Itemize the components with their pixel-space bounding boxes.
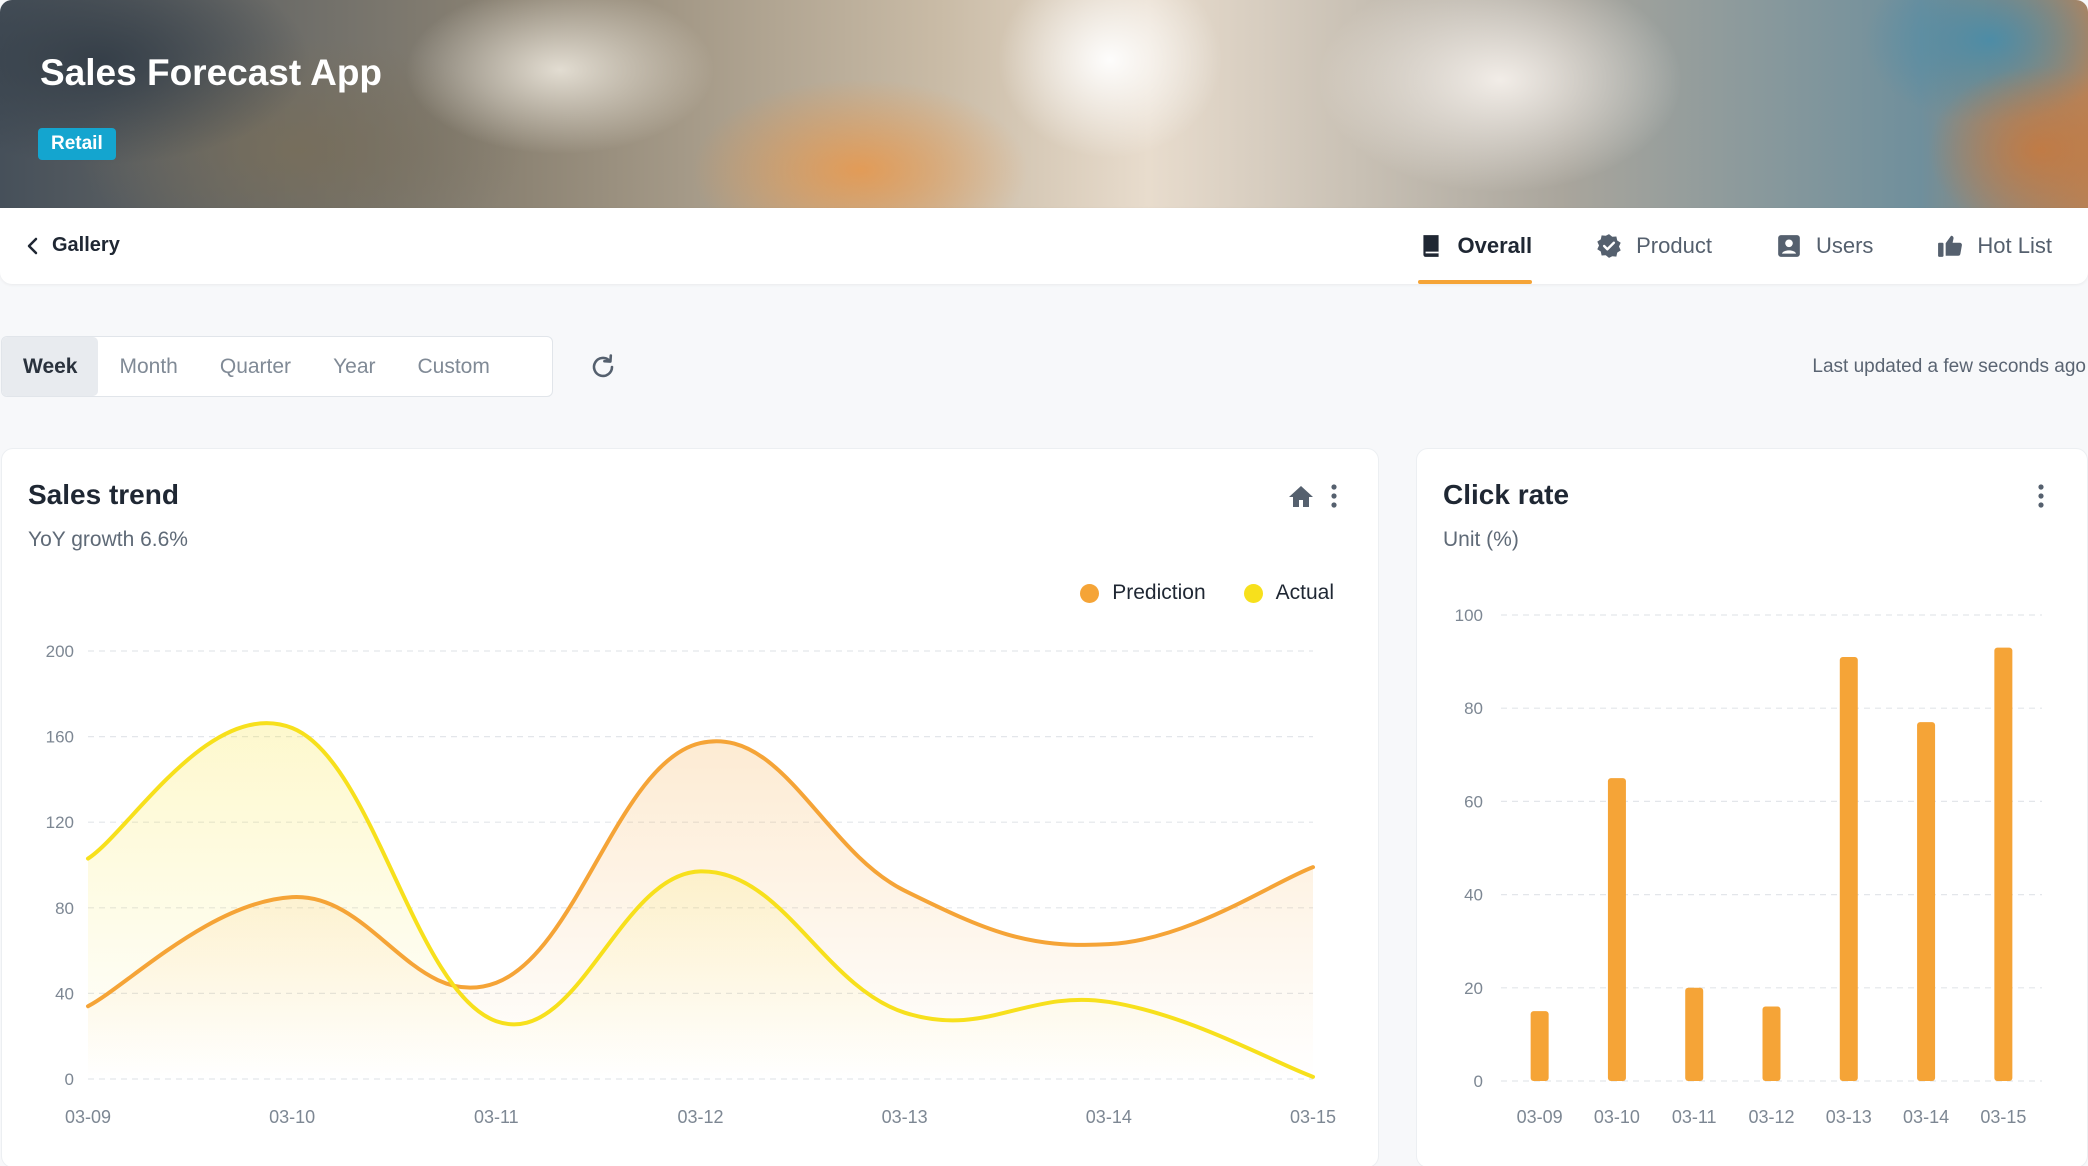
sales-trend-card: Sales trend YoY growth 6.6% Prediction A… xyxy=(1,448,1379,1166)
y-tick-label: 200 xyxy=(46,642,74,661)
sales-trend-chart: 0 40 80 120 160 200 03-09 03-10 03-11 03-12 03-13 0… xyxy=(46,642,1336,1127)
tab-users-label: Users xyxy=(1815,233,1874,258)
x-tick-label: 03-13 xyxy=(882,1107,928,1127)
bar-03-14[interactable] xyxy=(1917,722,1936,1081)
x-tick-label: 03-12 xyxy=(677,1107,723,1127)
y-tick-label: 40 xyxy=(55,984,74,1003)
click-rate-chart: 0 20 40 60 80 100 03-09 03-10 03-11 03-12 03-13 03-… xyxy=(1455,606,2042,1127)
x-tick-label: 03-12 xyxy=(1748,1107,1794,1127)
x-tick-label: 03-11 xyxy=(474,1107,519,1127)
x-tick-label: 03-10 xyxy=(1594,1107,1640,1127)
refresh-icon[interactable] xyxy=(588,352,618,382)
bar-03-13[interactable] xyxy=(1839,656,1858,1081)
bar-03-10[interactable] xyxy=(1607,778,1626,1081)
tab-hot-list-label: Hot List xyxy=(1977,233,2052,258)
header-banner: Sales Forecast App Retail xyxy=(0,0,2088,210)
period-selector: Week Month Quarter Year Custom xyxy=(1,336,553,397)
x-tick-label: 03-09 xyxy=(65,1107,111,1127)
y-tick-label: 0 xyxy=(65,1070,74,1089)
bar-03-09[interactable] xyxy=(1530,1011,1549,1081)
book-icon xyxy=(1422,235,1439,257)
category-badge: Retail xyxy=(38,128,116,160)
y-tick-label: 100 xyxy=(1455,606,1483,625)
bar-03-12[interactable] xyxy=(1762,1006,1781,1081)
view-tabs: Overall Product Users Hot List xyxy=(1354,208,2052,284)
tab-users[interactable]: Users xyxy=(1776,208,1873,284)
period-year[interactable]: Year xyxy=(312,337,396,396)
user-card-icon xyxy=(1778,235,1800,257)
y-tick-label: 60 xyxy=(1464,792,1483,811)
tab-overall-label: Overall xyxy=(1457,233,1533,258)
nav-bar: Gallery Overall Product Users Hot List xyxy=(0,208,2088,284)
y-tick-label: 20 xyxy=(1464,979,1483,998)
x-tick-label: 03-14 xyxy=(1903,1107,1949,1127)
x-tick-label: 03-09 xyxy=(1517,1107,1563,1127)
period-week[interactable]: Week xyxy=(2,337,99,396)
y-tick-label: 160 xyxy=(46,728,74,747)
bar-03-11[interactable] xyxy=(1685,987,1704,1081)
period-quarter[interactable]: Quarter xyxy=(199,337,312,396)
tab-product-label: Product xyxy=(1636,233,1712,258)
tab-overall[interactable]: Overall xyxy=(1417,208,1533,284)
tab-hot-list[interactable]: Hot List xyxy=(1937,208,2052,284)
x-tick-label: 03-15 xyxy=(1290,1107,1336,1127)
app-title: Sales Forecast App xyxy=(40,52,383,93)
y-tick-label: 40 xyxy=(1464,886,1483,905)
x-tick-label: 03-13 xyxy=(1826,1107,1872,1127)
click-rate-card: Click rate Unit (%) 0 20 40 60 80 100 03-09 03-… xyxy=(1416,448,2088,1166)
period-month[interactable]: Month xyxy=(98,337,198,396)
thumbs-up-icon xyxy=(1938,235,1963,257)
y-tick-label: 80 xyxy=(1464,699,1483,718)
y-tick-label: 0 xyxy=(1474,1072,1483,1091)
chevron-left-icon xyxy=(27,237,38,254)
bar-03-15[interactable] xyxy=(1994,647,2013,1081)
tab-product[interactable]: Product xyxy=(1596,208,1712,284)
x-tick-label: 03-11 xyxy=(1672,1107,1717,1127)
y-tick-label: 80 xyxy=(55,899,74,918)
back-label: Gallery xyxy=(52,234,120,256)
x-tick-label: 03-15 xyxy=(1980,1107,2026,1127)
y-tick-label: 120 xyxy=(46,813,74,832)
x-tick-label: 03-10 xyxy=(269,1107,315,1127)
period-custom[interactable]: Custom xyxy=(397,337,511,396)
x-tick-label: 03-14 xyxy=(1086,1107,1132,1127)
last-updated-text: Last updated a few seconds ago xyxy=(1812,356,2086,377)
back-to-gallery-link[interactable]: Gallery xyxy=(26,234,120,257)
verified-badge-icon xyxy=(1597,234,1621,258)
